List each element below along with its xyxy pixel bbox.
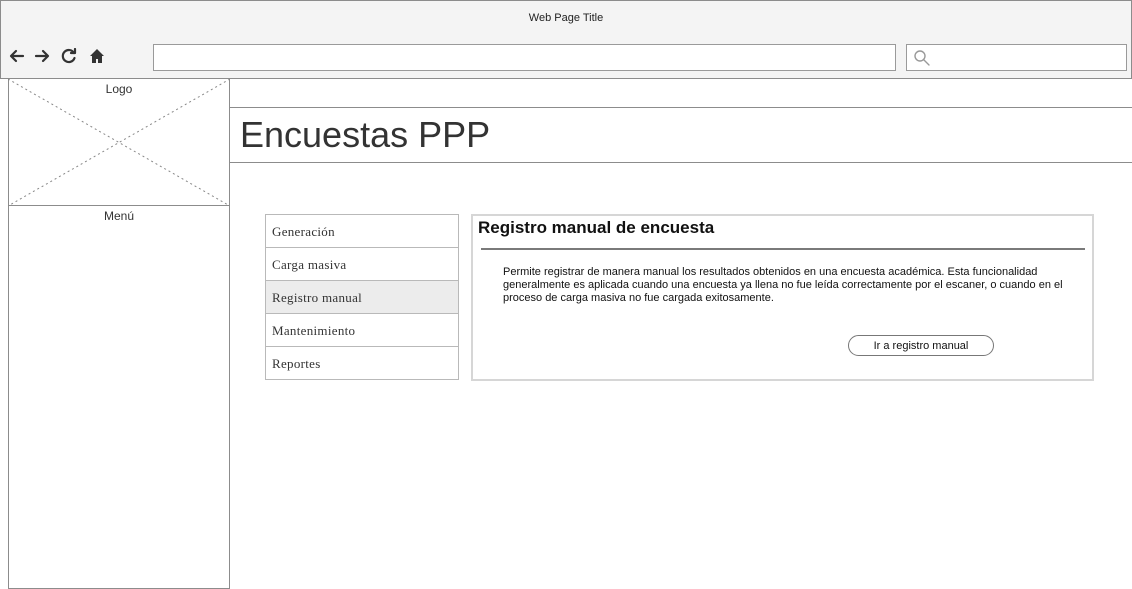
- home-button[interactable]: [86, 45, 108, 67]
- menu-label: Menú: [103, 209, 135, 223]
- menu-item-mantenimiento[interactable]: Mantenimiento: [265, 313, 459, 347]
- arrow-right-icon: [34, 49, 50, 63]
- address-bar[interactable]: [153, 44, 896, 71]
- panel-description: Permite registrar de manera manual los r…: [503, 266, 1063, 304]
- home-icon: [90, 49, 104, 63]
- reload-icon: [61, 48, 77, 64]
- menu-item-registro-manual[interactable]: Registro manual: [265, 280, 459, 314]
- divider: [481, 248, 1085, 250]
- search-input[interactable]: [906, 44, 1127, 71]
- page-title: Encuestas PPP: [240, 114, 491, 155]
- logo-label: Logo: [105, 82, 133, 96]
- window-title: Web Page Title: [528, 12, 604, 24]
- forward-button[interactable]: [31, 45, 53, 67]
- menu-item-carga-masiva[interactable]: Carga masiva: [265, 247, 459, 281]
- menu-item-generacion[interactable]: Generación: [265, 214, 459, 248]
- menu-item-reportes[interactable]: Reportes: [265, 346, 459, 380]
- arrow-left-icon: [9, 49, 25, 63]
- image-placeholder-icon: [8, 79, 230, 206]
- panel-title: Registro manual de encuesta: [478, 218, 715, 237]
- back-button[interactable]: [6, 45, 28, 67]
- go-to-manual-registration-button[interactable]: Ir a registro manual: [848, 335, 994, 356]
- search-icon: [914, 50, 930, 66]
- reload-button[interactable]: [58, 45, 80, 67]
- logo-placeholder: [8, 79, 230, 206]
